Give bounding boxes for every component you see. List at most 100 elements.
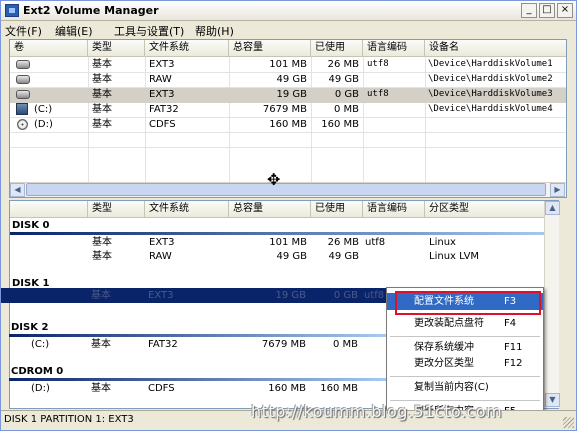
menu-item-label: 复制当前内容(C): [414, 382, 489, 393]
volume-filesystem: EXT3: [149, 59, 175, 70]
disk-bar: [10, 232, 550, 235]
menu-file[interactable]: 文件(F): [5, 23, 42, 39]
ext2-volume-manager-window: Ext2 Volume Manager _ □ × 文件(F) 编辑(E) 工具…: [0, 0, 577, 431]
partition-total: 49 GB: [276, 251, 307, 262]
minimize-button[interactable]: _: [521, 3, 537, 18]
volume-device: \Device\HarddiskVolume2: [428, 74, 553, 84]
partition-row-selected[interactable]: 基本 EXT3 19 GB 0 GB utf8: [1, 288, 393, 303]
menu-item-change-partition-type[interactable]: 更改分区类型 F12: [387, 355, 543, 372]
volume-type: 基本: [92, 104, 112, 115]
close-button[interactable]: ×: [557, 3, 573, 18]
scroll-left-arrow-icon[interactable]: ◀: [10, 183, 25, 197]
partition-type: 基本: [92, 251, 112, 262]
disk-bar: [9, 334, 386, 337]
col-header-codepage[interactable]: 语言编码: [363, 201, 425, 218]
col-header-used[interactable]: 已使用: [311, 40, 363, 57]
app-icon: [5, 4, 19, 17]
menu-item-shortcut: F4: [504, 318, 517, 329]
volume-total: 160 MB: [269, 119, 307, 130]
partition-filesystem: RAW: [149, 251, 172, 262]
volume-used: 0 GB: [334, 89, 359, 100]
col-header-volume[interactable]: 卷: [10, 40, 88, 57]
volume-used: 160 MB: [321, 119, 359, 130]
disk-bar: [9, 378, 386, 381]
volume-device: \Device\HarddiskVolume1: [428, 59, 553, 69]
partition-used: 0 MB: [332, 339, 358, 350]
menu-tools-settings[interactable]: 工具与设置(T): [114, 23, 184, 39]
volume-letter: (C:): [34, 104, 53, 115]
partition-kind: Linux: [429, 237, 456, 248]
menu-item-copy-content[interactable]: 复制当前内容(C): [387, 379, 543, 396]
volume-hscrollbar[interactable]: ◀ ▶: [10, 182, 566, 197]
col-header-blank[interactable]: [10, 201, 88, 218]
col-header-total[interactable]: 总容量: [229, 40, 311, 57]
menu-item-label: 保存系统缓冲: [414, 342, 474, 353]
partition-total: 19 GB: [275, 290, 306, 301]
col-header-partition-type[interactable]: 分区类型: [425, 201, 545, 218]
partition-used: 0 GB: [333, 290, 358, 301]
volume-codepage: utf8: [367, 89, 389, 99]
col-header-filesystem[interactable]: 文件系统: [145, 40, 229, 57]
partition-filesystem: FAT32: [148, 339, 178, 350]
drive-icon: [16, 90, 30, 99]
cdrom-icon: [17, 119, 28, 130]
scroll-down-arrow-icon[interactable]: ▼: [545, 393, 560, 407]
volume-used: 0 MB: [333, 104, 359, 115]
partition-kind: Linux LVM: [429, 251, 480, 262]
partition-used: 160 MB: [320, 383, 358, 394]
scroll-up-arrow-icon[interactable]: ▲: [545, 201, 560, 215]
partition-total: 160 MB: [268, 383, 306, 394]
maximize-button[interactable]: □: [539, 3, 555, 18]
partition-used: 49 GB: [328, 251, 359, 262]
volume-type: 基本: [92, 59, 112, 70]
partition-type: 基本: [91, 383, 111, 394]
partition-total: 101 MB: [269, 237, 307, 248]
partition-filesystem: EXT3: [149, 237, 175, 248]
volume-filesystem: FAT32: [149, 104, 179, 115]
col-header-used[interactable]: 已使用: [311, 201, 363, 218]
menu-edit[interactable]: 编辑(E): [55, 23, 93, 39]
window-title: Ext2 Volume Manager: [23, 4, 159, 17]
menu-item-save-cache[interactable]: 保存系统缓冲 F11: [387, 339, 543, 356]
volume-filesystem: RAW: [149, 74, 172, 85]
volume-filesystem: EXT3: [149, 89, 175, 100]
menu-item-change-mountpoint[interactable]: 更改装配点盘符 F4: [387, 315, 543, 332]
menu-separator: [390, 336, 540, 337]
scroll-thumb[interactable]: [26, 183, 546, 196]
drive-icon: [16, 60, 30, 69]
volume-list-pane: 卷 类型 文件系统 总容量 已使用 语言编码 设备名 基本 EXT3 101 M…: [9, 39, 567, 198]
volume-total: 19 GB: [276, 89, 307, 100]
menu-item-label: 更改分区类型: [414, 358, 474, 369]
partition-letter: (C:): [31, 339, 50, 350]
volume-device: \Device\HarddiskVolume4: [428, 104, 553, 114]
col-header-type[interactable]: 类型: [88, 201, 145, 218]
disk-label: DISK 2: [11, 322, 49, 333]
volume-type: 基本: [92, 119, 112, 130]
col-header-type[interactable]: 类型: [88, 40, 145, 57]
partition-codepage: utf8: [365, 237, 386, 248]
menu-help[interactable]: 帮助(H): [195, 23, 234, 39]
partition-filesystem: CDFS: [148, 383, 175, 394]
menu-separator: [390, 400, 540, 401]
menu-item-shortcut: F11: [504, 342, 523, 353]
volume-used: 26 MB: [327, 59, 359, 70]
menu-separator: [390, 376, 540, 377]
col-header-total[interactable]: 总容量: [229, 201, 311, 218]
partition-filesystem: EXT3: [148, 290, 174, 301]
volume-total: 49 GB: [276, 74, 307, 85]
scroll-right-arrow-icon[interactable]: ▶: [550, 183, 565, 197]
move-cursor-icon: ✥: [267, 170, 281, 189]
partition-codepage: utf8: [364, 290, 385, 301]
disk-vscrollbar[interactable]: ▲ ▼: [544, 201, 560, 408]
menu-item-shortcut: F12: [504, 358, 523, 369]
partition-type: 基本: [91, 339, 111, 350]
title-bar[interactable]: Ext2 Volume Manager _ □ ×: [1, 1, 576, 21]
col-header-codepage[interactable]: 语言编码: [363, 40, 425, 57]
resize-grip-icon[interactable]: [563, 417, 574, 428]
volume-used: 49 GB: [328, 74, 359, 85]
col-header-device[interactable]: 设备名: [425, 40, 566, 57]
partition-letter: (D:): [31, 383, 50, 394]
partition-type: 基本: [91, 290, 111, 301]
volume-filesystem: CDFS: [149, 119, 176, 130]
col-header-filesystem[interactable]: 文件系统: [145, 201, 229, 218]
